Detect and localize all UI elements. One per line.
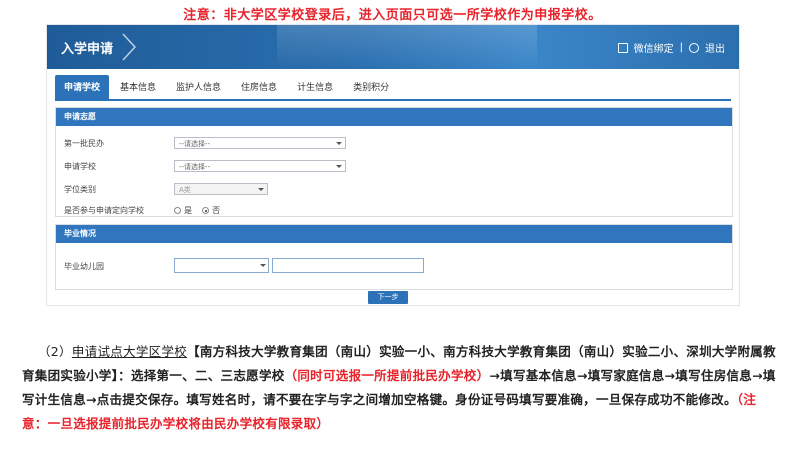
field-label: 申请学校 xyxy=(64,162,96,171)
application-panel: 申请志愿 第一批民办 --请选择-- 申请学校 --请选择-- 学位类别 A类 … xyxy=(55,107,733,217)
chevron-down-icon xyxy=(258,188,264,191)
radio-yes[interactable] xyxy=(174,207,181,214)
select-toggle xyxy=(259,260,269,271)
page-title: 入学申请 xyxy=(61,42,114,57)
next-step-button[interactable]: 下一步 xyxy=(368,291,408,304)
select-value: A类 xyxy=(179,186,191,194)
separator: | xyxy=(679,42,683,53)
logout-link[interactable]: 退出 xyxy=(705,40,725,55)
select-value: --请选择-- xyxy=(179,140,211,148)
tab-family-planning-info[interactable]: 计生信息 xyxy=(288,75,342,99)
tab-housing-info[interactable]: 住房信息 xyxy=(232,75,286,99)
tab-bar: 申请学校 基本信息 监护人信息 住房信息 计生信息 类别积分 xyxy=(55,75,400,99)
degree-category-select[interactable]: A类 xyxy=(174,183,268,195)
apply-school-select[interactable]: --请选择-- xyxy=(174,160,346,172)
field-label: 毕业幼儿园 xyxy=(64,262,104,271)
chevron-right-icon xyxy=(122,33,137,61)
kindergarten-select[interactable] xyxy=(174,258,269,273)
radio-no[interactable] xyxy=(202,207,210,214)
tab-category-points[interactable]: 类别积分 xyxy=(344,75,398,99)
directed-school-radio-group: 是 否 xyxy=(174,205,220,216)
header-banner: 入学申请 微信绑定 | 退出 xyxy=(47,25,739,69)
field-label: 是否参与申请定向学校 xyxy=(64,206,144,215)
chevron-down-icon xyxy=(336,142,342,145)
header-actions: 微信绑定 | 退出 xyxy=(617,40,725,55)
chevron-down-icon xyxy=(336,165,342,168)
radio-label: 是 xyxy=(184,206,192,215)
pilot-school-link[interactable]: 申请试点大学区学校 xyxy=(72,344,187,359)
screenshot-frame: 入学申请 微信绑定 | 退出 申请学校 基本信息 监护人信息 住房信息 计生信息… xyxy=(46,24,740,306)
section-title: 申请志愿 xyxy=(56,108,732,126)
field-label: 学位类别 xyxy=(64,185,96,194)
chevron-down-icon xyxy=(260,264,266,267)
step-number: （2） xyxy=(38,344,72,359)
field-label: 第一批民办 xyxy=(64,139,104,148)
radio-label: 否 xyxy=(212,206,221,215)
section-title: 毕业情况 xyxy=(56,225,732,243)
tab-basic-info[interactable]: 基本信息 xyxy=(111,75,165,99)
instruction-paragraph: （2）申请试点大学区学校【南方科技大学教育集团（南山）实验一小、南方科技大学教育… xyxy=(22,340,780,436)
banner-decoration xyxy=(277,25,537,69)
wechat-icon xyxy=(617,42,628,53)
tab-guardian-info[interactable]: 监护人信息 xyxy=(167,75,230,99)
first-batch-private-select[interactable]: --请选择-- xyxy=(174,137,346,149)
notice-text: 注意：非大学区学校登录后，进入页面只可选一所学校作为申报学校。 xyxy=(183,8,602,23)
select-value: --请选择-- xyxy=(179,163,211,171)
tab-apply-school[interactable]: 申请学校 xyxy=(55,75,110,99)
instruction-text: ：选择第一、二、三志愿学校 xyxy=(118,368,285,383)
tab-underline xyxy=(55,99,731,101)
kindergarten-input[interactable] xyxy=(272,258,424,273)
power-icon xyxy=(689,42,699,53)
highlight-note: （同时可选报一所提前批民办学校） xyxy=(284,368,490,383)
graduation-panel: 毕业情况 毕业幼儿园 xyxy=(55,224,733,290)
wechat-bind-link[interactable]: 微信绑定 xyxy=(634,40,674,55)
